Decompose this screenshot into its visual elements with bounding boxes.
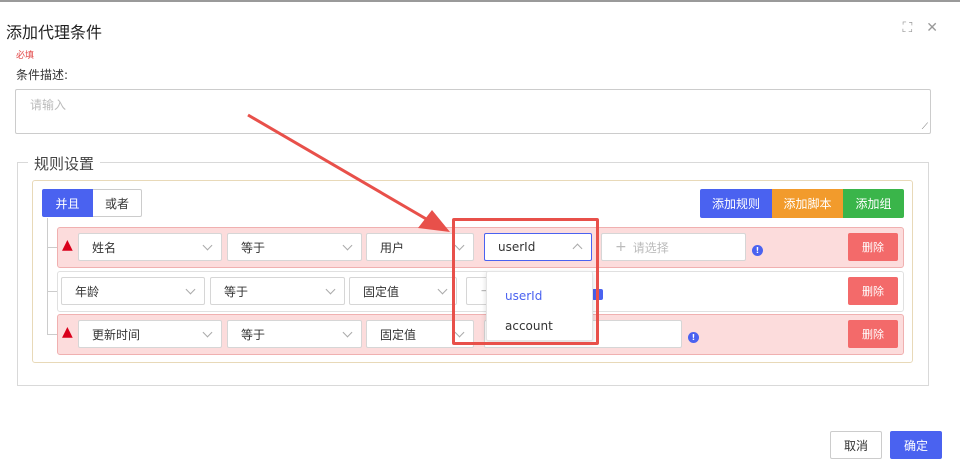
annotation-arrow-head xyxy=(418,210,450,232)
cancel-button[interactable]: 取消 xyxy=(830,431,882,459)
confirm-button[interactable]: 确定 xyxy=(890,431,942,459)
annotation-arrow-line xyxy=(247,113,429,222)
annotation-arrow xyxy=(247,113,450,232)
